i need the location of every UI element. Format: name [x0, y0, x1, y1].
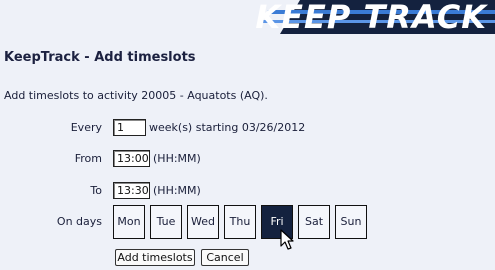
every-weeks-input[interactable]: 1 [113, 119, 146, 136]
day-toggle-tue[interactable]: Tue [150, 205, 182, 239]
mouse-pointer-icon [280, 229, 294, 250]
to-label: To [90, 184, 102, 197]
day-toggle-wed[interactable]: Wed [187, 205, 219, 239]
to-time-hint: (HH:MM) [153, 184, 201, 197]
header-banner: KEEP TRACK [0, 0, 495, 34]
to-time-input[interactable]: 13:30 [113, 182, 150, 199]
day-toggle-thu[interactable]: Thu [224, 205, 256, 239]
day-toggle-sat[interactable]: Sat [298, 205, 330, 239]
page-title: KeepTrack - Add timeslots [4, 50, 196, 65]
from-time-input[interactable]: 13:00 [113, 150, 150, 167]
every-suffix: week(s) starting 03/26/2012 [149, 121, 306, 134]
cancel-button[interactable]: Cancel [201, 249, 249, 266]
from-time-hint: (HH:MM) [153, 152, 201, 165]
on-days-label: On days [56, 215, 102, 228]
every-label: Every [70, 121, 102, 134]
from-label: From [74, 152, 102, 165]
add-timeslots-button[interactable]: Add timeslots [115, 249, 195, 266]
day-toggle-sun[interactable]: Sun [335, 205, 367, 239]
keeptrack-logo: KEEP TRACK [255, 0, 487, 34]
intro-text: Add timeslots to activity 20005 - Aquato… [4, 89, 268, 102]
day-toggle-mon[interactable]: Mon [113, 205, 145, 239]
